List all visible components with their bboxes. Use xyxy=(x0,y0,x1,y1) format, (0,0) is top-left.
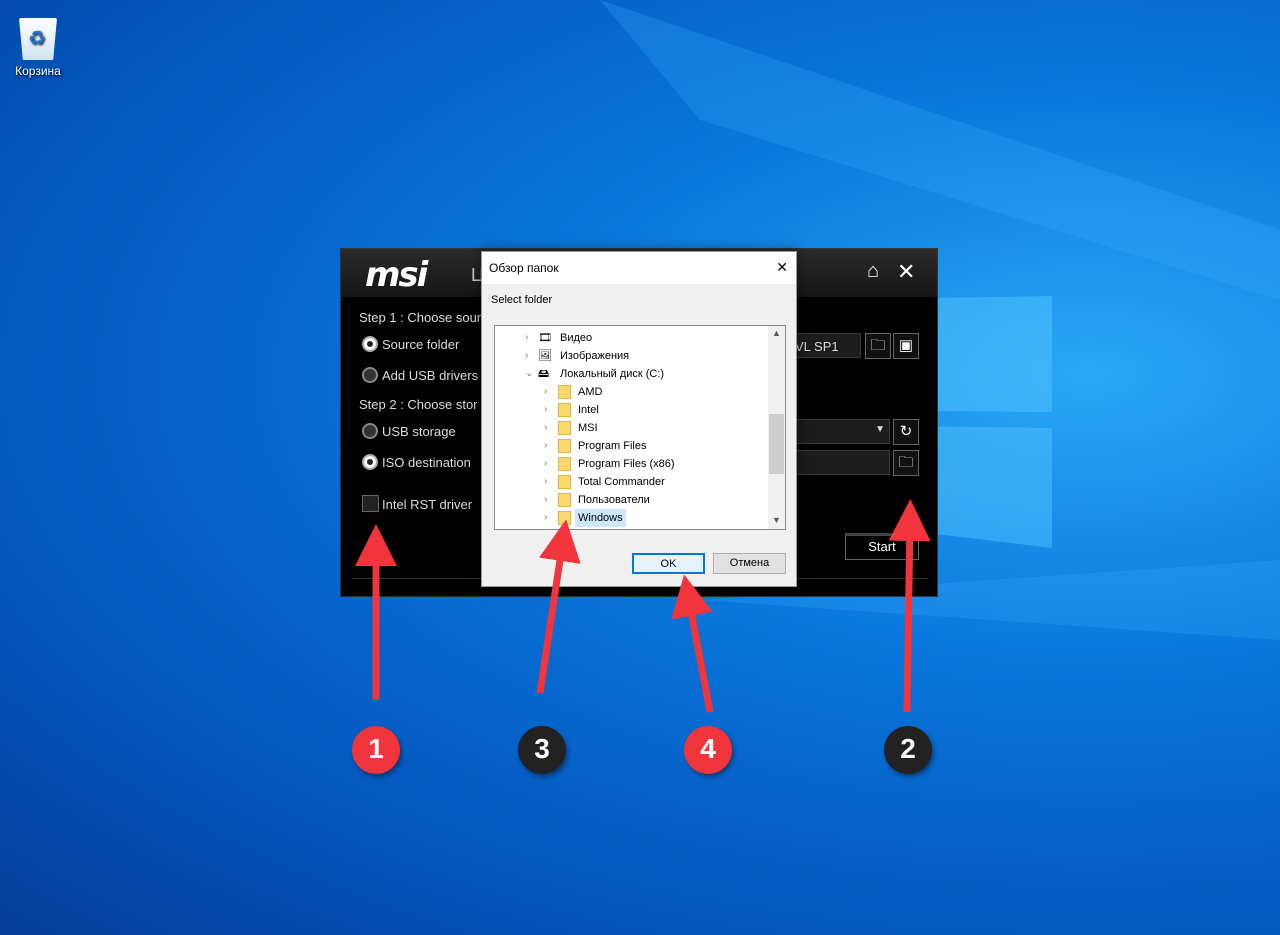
step-marker-2: 2 xyxy=(884,726,932,774)
step-marker-4: 4 xyxy=(684,726,732,774)
step-marker-3: 3 xyxy=(518,726,566,774)
arrow-2 xyxy=(888,499,931,713)
arrow-4 xyxy=(671,574,714,713)
step-marker-1: 1 xyxy=(352,726,400,774)
annotation-arrows xyxy=(355,499,931,713)
arrow-3 xyxy=(536,519,581,694)
